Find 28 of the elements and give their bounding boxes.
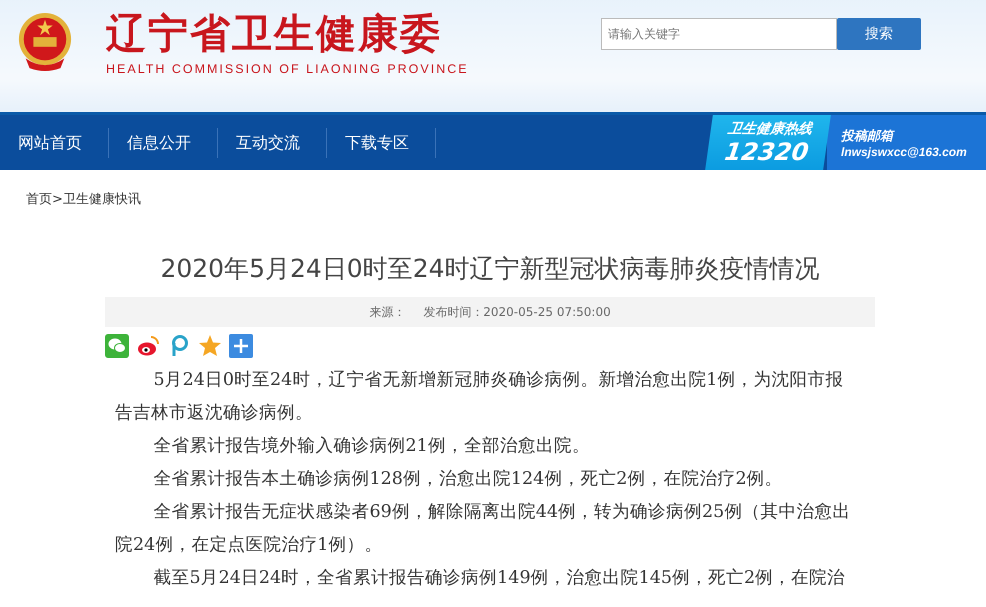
email-address: lnwsjswxcc@163.com xyxy=(841,144,968,158)
nav-link[interactable]: 信息公开 xyxy=(109,128,218,158)
search-field[interactable]: 请输入关键字 xyxy=(601,18,837,50)
article-paragraph: 截至5月24日24时，全省累计报告确诊病例149例，治愈出院145例，死亡2例，在院治 xyxy=(152,567,846,590)
emblem-icon xyxy=(16,10,74,72)
breadcrumb-link[interactable]: 首页 xyxy=(26,192,52,207)
search-button[interactable]: 搜索 xyxy=(837,18,921,50)
article-paragraph: 全省累计报告无症状感染者69例，解除隔离出院44例，转为确诊病例25例（其中治愈出院24例，在定点医院治疗1例）。 xyxy=(114,501,852,557)
plus-icon[interactable] xyxy=(229,334,253,358)
nav-link[interactable]: 网站首页 xyxy=(0,128,109,158)
breadcrumb-link[interactable]: 卫生健康快讯 xyxy=(62,192,141,207)
article-paragraph: 全省累计报告本土确诊病例128例，治愈出院124例，死亡2例，在院治疗2例。 xyxy=(152,468,784,491)
email-label: 投稿邮箱 xyxy=(841,128,896,144)
source-label: 来源： xyxy=(369,304,406,320)
star-icon[interactable] xyxy=(198,334,222,358)
article-paragraph: 全省累计报告境外输入确诊病例21例，全部治愈出院。 xyxy=(152,435,591,458)
breadcrumb-separator: > xyxy=(52,192,63,207)
nav-link[interactable]: 下载专区 xyxy=(327,128,436,158)
site-subtitle: HEALTH COMMISSION OF LIAONING PROVINCE xyxy=(106,62,469,76)
hotline-number: 12320 xyxy=(723,138,810,166)
article-paragraph: 5月24日0时至24时，辽宁省无新增新冠肺炎确诊病例。新增治愈出院1例，为沈阳市报告吉林市返沈确诊病例。 xyxy=(114,369,844,425)
weibo-icon[interactable] xyxy=(136,334,160,358)
nav-link[interactable]: 互动交流 xyxy=(218,128,327,158)
article-title: 2020年5月24日0时至24时辽宁新型冠状病毒肺炎疫情情况 xyxy=(159,253,821,285)
wechat-icon[interactable] xyxy=(105,334,129,358)
publish-time: 发布时间：2020-05-25 07:50:00 xyxy=(423,304,611,320)
hotline-label: 卫生健康热线 xyxy=(726,120,814,138)
site-title: 辽宁省卫生健康委 xyxy=(106,12,443,56)
